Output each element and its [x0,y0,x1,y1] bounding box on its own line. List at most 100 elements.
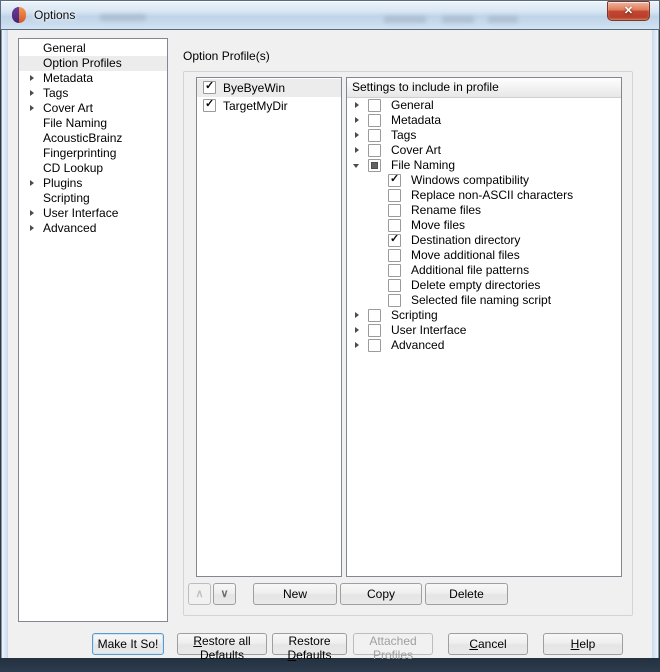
expander-collapsed-icon[interactable] [30,210,34,216]
checkmark-icon: ✓ [390,233,399,246]
category-list: GeneralOption ProfilesMetadataTagsCover … [18,38,168,622]
tree-cover-art-checkbox[interactable] [368,144,381,157]
expander-collapsed-icon[interactable] [355,132,359,138]
tree-item-additional-file-patterns[interactable]: Additional file patterns [347,263,621,278]
profile-list: ✓ByeByeWin✓TargetMyDir [196,77,342,577]
sidebar-item-scripting[interactable]: Scripting [19,191,167,206]
sidebar-item-label: Fingerprinting [43,146,116,160]
sidebar-item-advanced[interactable]: Advanced [19,221,167,236]
make-it-so-button[interactable]: Make It So! [92,633,164,655]
sidebar-item-tags[interactable]: Tags [19,86,167,101]
tree-general-checkbox[interactable] [368,99,381,112]
sidebar-item-fingerprinting[interactable]: Fingerprinting [19,146,167,161]
copy-button[interactable]: Copy [340,583,422,605]
window-frame-left [0,30,8,658]
partial-state-icon [371,162,378,169]
sidebar-item-plugins[interactable]: Plugins [19,176,167,191]
help-button[interactable]: Help [543,633,623,655]
expander-collapsed-icon[interactable] [355,327,359,333]
expander-collapsed-icon[interactable] [355,117,359,123]
tree-item-tags[interactable]: Tags [347,128,621,143]
tree-item-advanced[interactable]: Advanced [347,338,621,353]
tree-item-replace-non-ascii-characters[interactable]: Replace non-ASCII characters [347,188,621,203]
expander-collapsed-icon[interactable] [355,342,359,348]
delete-button[interactable]: Delete [425,583,508,605]
sidebar-item-user-interface[interactable]: User Interface [19,206,167,221]
attached-profiles-button: Attached Profiles [353,633,433,655]
expander-collapsed-icon[interactable] [30,225,34,231]
tree-item-general[interactable]: General [347,98,621,113]
tree-item-label: Scripting [347,308,438,323]
tree-item-rename-files[interactable]: Rename files [347,203,621,218]
tree-item-cover-art[interactable]: Cover Art [347,143,621,158]
checkmark-icon: ✓ [205,80,214,93]
tree-item-label: Advanced [347,338,444,353]
expander-collapsed-icon[interactable] [355,147,359,153]
tree-metadata-checkbox[interactable] [368,114,381,127]
sidebar-item-acousticbrainz[interactable]: AcousticBrainz [19,131,167,146]
expander-collapsed-icon[interactable] [30,75,34,81]
profile-row-targetmydir[interactable]: ✓TargetMyDir [197,97,341,115]
settings-header: Settings to include in profile [347,78,621,98]
profile-byebyewin-checkbox[interactable]: ✓ [203,81,216,94]
expander-expanded-icon[interactable] [353,164,359,168]
sidebar-item-option-profiles[interactable]: Option Profiles [19,56,167,71]
tree-move-files-checkbox[interactable] [388,219,401,232]
tree-item-delete-empty-directories[interactable]: Delete empty directories [347,278,621,293]
tree-windows-compatibility-checkbox[interactable]: ✓ [388,174,401,187]
checkmark-icon: ✓ [205,98,214,111]
tree-item-file-naming[interactable]: File Naming [347,158,621,173]
sidebar-item-general[interactable]: General [19,41,167,56]
glass-reflection [442,16,474,23]
tree-tags-checkbox[interactable] [368,129,381,142]
expander-collapsed-icon[interactable] [30,180,34,186]
move-down-button[interactable]: ∨ [213,583,236,605]
picard-logo-right [19,7,26,23]
tree-item-label: Rename files [347,203,481,218]
tree-additional-file-patterns-checkbox[interactable] [388,264,401,277]
tree-scripting-checkbox[interactable] [368,309,381,322]
restore-defaults-button[interactable]: Restore Defaults [272,633,347,655]
sidebar-item-label: Option Profiles [43,56,122,70]
tree-item-user-interface[interactable]: User Interface [347,323,621,338]
tree-selected-file-naming-script-checkbox[interactable] [388,294,401,307]
sidebar-item-metadata[interactable]: Metadata [19,71,167,86]
tree-item-metadata[interactable]: Metadata [347,113,621,128]
section-label: Option Profile(s) [183,49,270,63]
chevron-down-icon: ∨ [220,588,228,600]
sidebar-item-file-naming[interactable]: File Naming [19,116,167,131]
options-dialog-window: Options ✕ GeneralOption ProfilesMetadata… [0,0,660,672]
settings-tree: GeneralMetadataTagsCover ArtFile Naming✓… [347,98,621,353]
tree-item-label: Replace non-ASCII characters [347,188,573,203]
expander-collapsed-icon[interactable] [30,90,34,96]
new-button[interactable]: New [253,583,337,605]
profile-targetmydir-checkbox[interactable]: ✓ [203,99,216,112]
tree-advanced-checkbox[interactable] [368,339,381,352]
sidebar-item-cover-art[interactable]: Cover Art [19,101,167,116]
tree-move-additional-files-checkbox[interactable] [388,249,401,262]
tree-item-scripting[interactable]: Scripting [347,308,621,323]
expander-collapsed-icon[interactable] [355,102,359,108]
tree-item-selected-file-naming-script[interactable]: Selected file naming script [347,293,621,308]
profile-row-byebyewin[interactable]: ✓ByeByeWin [197,79,341,97]
tree-item-windows-compatibility[interactable]: ✓Windows compatibility [347,173,621,188]
tree-item-destination-directory[interactable]: ✓Destination directory [347,233,621,248]
sidebar-item-label: General [43,41,86,55]
restore-all-defaults-button[interactable]: Restore all Defaults [177,633,267,655]
close-button[interactable]: ✕ [607,1,650,21]
tree-destination-directory-checkbox[interactable]: ✓ [388,234,401,247]
expander-collapsed-icon[interactable] [30,105,34,111]
tree-rename-files-checkbox[interactable] [388,204,401,217]
window-title: Options [34,8,75,22]
tree-delete-empty-directories-checkbox[interactable] [388,279,401,292]
tree-replace-non-ascii-characters-checkbox[interactable] [388,189,401,202]
sidebar-item-cd-lookup[interactable]: CD Lookup [19,161,167,176]
expander-collapsed-icon[interactable] [355,312,359,318]
tree-user-interface-checkbox[interactable] [368,324,381,337]
tree-item-move-files[interactable]: Move files [347,218,621,233]
tree-item-move-additional-files[interactable]: Move additional files [347,248,621,263]
sidebar-item-label: User Interface [43,206,118,220]
tree-file-naming-checkbox[interactable] [368,159,381,172]
cancel-button[interactable]: Cancel [448,633,528,655]
titlebar[interactable]: Options ✕ [0,0,660,30]
